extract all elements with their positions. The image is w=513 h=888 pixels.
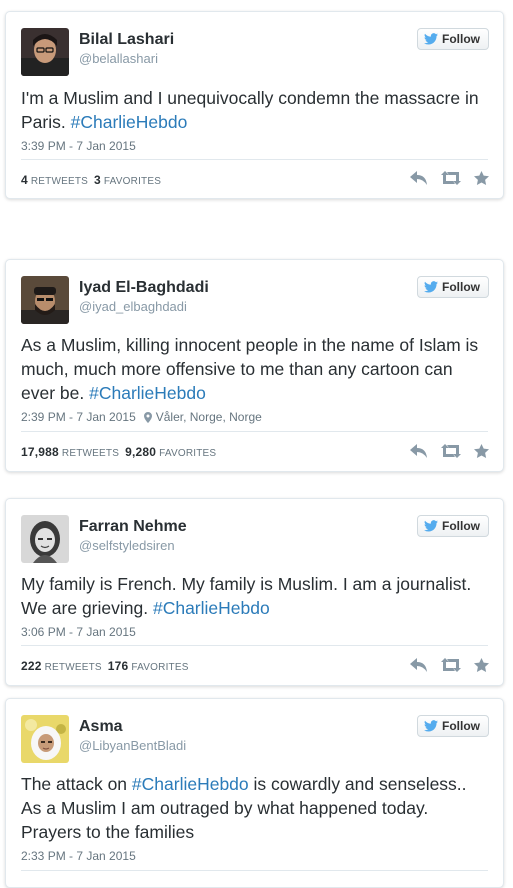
- tweet-actions: [410, 658, 489, 672]
- timestamp[interactable]: 2:33 PM - 7 Jan 2015: [21, 849, 136, 863]
- username[interactable]: @LibyanBentBladi: [79, 738, 186, 753]
- tweet-text: My family is French. My family is Muslim…: [21, 572, 488, 620]
- avatar[interactable]: [21, 715, 69, 763]
- follow-label: Follow: [442, 280, 480, 294]
- timestamp[interactable]: 3:06 PM - 7 Jan 2015: [21, 625, 136, 639]
- tweet-stats: 222 RETWEETS 176 FAVORITES: [21, 659, 189, 673]
- follow-button[interactable]: Follow: [417, 28, 489, 50]
- follow-button[interactable]: Follow: [417, 715, 489, 737]
- tweet-actions: [410, 444, 489, 458]
- tweet-card: Farran Nehme @selfstyledsiren Follow My …: [5, 498, 504, 686]
- username[interactable]: @selfstyledsiren: [79, 538, 175, 553]
- tweet-stats: 17,988 RETWEETS 9,280 FAVORITES: [21, 445, 216, 459]
- username[interactable]: @belallashari: [79, 51, 158, 66]
- star-icon[interactable]: [474, 444, 489, 458]
- retweets-label: RETWEETS: [44, 662, 102, 673]
- follow-label: Follow: [442, 32, 480, 46]
- display-name[interactable]: Bilal Lashari: [79, 31, 174, 49]
- favorite-count[interactable]: 176: [108, 659, 129, 673]
- follow-button[interactable]: Follow: [417, 276, 489, 298]
- avatar[interactable]: [21, 515, 69, 563]
- favorites-label: FAVORITES: [159, 448, 217, 459]
- reply-icon[interactable]: [410, 658, 428, 672]
- display-name[interactable]: Iyad El-Baghdadi: [79, 279, 209, 297]
- divider: [21, 870, 488, 871]
- retweet-count[interactable]: 4: [21, 173, 28, 187]
- tweet-meta: 2:33 PM - 7 Jan 2015: [21, 849, 136, 863]
- hashtag-link[interactable]: #CharlieHebdo: [71, 112, 188, 132]
- tweet-meta: 3:39 PM - 7 Jan 2015: [21, 139, 136, 153]
- tweet-stats: 4 RETWEETS 3 FAVORITES: [21, 173, 161, 187]
- reply-icon[interactable]: [410, 171, 428, 185]
- location-pin-icon: [143, 411, 152, 423]
- favorite-count[interactable]: 9,280: [125, 445, 156, 459]
- retweets-label: RETWEETS: [61, 448, 120, 459]
- hashtag-link[interactable]: #CharlieHebdo: [153, 598, 270, 618]
- tweet-text: As a Muslim, killing innocent people in …: [21, 333, 488, 405]
- tweet-actions: [410, 171, 489, 185]
- follow-label: Follow: [442, 519, 480, 533]
- timestamp[interactable]: 2:39 PM - 7 Jan 2015: [21, 410, 136, 424]
- tweet-meta: 3:06 PM - 7 Jan 2015: [21, 625, 136, 639]
- twitter-bird-icon: [424, 33, 438, 45]
- divider: [21, 159, 488, 160]
- display-name[interactable]: Farran Nehme: [79, 518, 187, 536]
- tweet-text-body: The attack on: [21, 774, 132, 794]
- retweet-count[interactable]: 17,988: [21, 445, 59, 459]
- avatar[interactable]: [21, 28, 69, 76]
- tweet-card: Asma @LibyanBentBladi Follow The attack …: [5, 698, 504, 888]
- divider: [21, 645, 488, 646]
- timestamp[interactable]: 3:39 PM - 7 Jan 2015: [21, 139, 136, 153]
- retweets-label: RETWEETS: [30, 176, 89, 187]
- star-icon[interactable]: [474, 658, 489, 672]
- retweet-icon[interactable]: [441, 444, 461, 458]
- favorites-label: FAVORITES: [103, 176, 162, 187]
- avatar[interactable]: [21, 276, 69, 324]
- tweet-card: Bilal Lashari @belallashari Follow I'm a…: [5, 11, 504, 199]
- hashtag-link[interactable]: #CharlieHebdo: [132, 774, 249, 794]
- star-icon[interactable]: [474, 171, 489, 185]
- twitter-bird-icon: [424, 520, 438, 532]
- username[interactable]: @iyad_elbaghdadi: [79, 299, 187, 314]
- tweet-card: Iyad El-Baghdadi @iyad_elbaghdadi Follow…: [5, 259, 504, 472]
- hashtag-link[interactable]: #CharlieHebdo: [89, 383, 206, 403]
- tweet-text: The attack on #CharlieHebdo is cowardly …: [21, 772, 488, 844]
- divider: [21, 431, 488, 432]
- reply-icon[interactable]: [410, 444, 428, 458]
- retweet-icon[interactable]: [441, 658, 461, 672]
- location-label: Våler, Norge, Norge: [155, 410, 262, 424]
- follow-label: Follow: [442, 719, 480, 733]
- display-name[interactable]: Asma: [79, 718, 123, 736]
- follow-button[interactable]: Follow: [417, 515, 489, 537]
- retweet-count[interactable]: 222: [21, 659, 42, 673]
- favorite-count[interactable]: 3: [94, 173, 101, 187]
- favorites-label: FAVORITES: [131, 662, 189, 673]
- tweet-text: I'm a Muslim and I unequivocally condemn…: [21, 86, 488, 134]
- location[interactable]: Våler, Norge, Norge: [143, 410, 262, 424]
- twitter-bird-icon: [424, 281, 438, 293]
- tweet-meta: 2:39 PM - 7 Jan 2015 Våler, Norge, Norge: [21, 410, 262, 424]
- twitter-bird-icon: [424, 720, 438, 732]
- retweet-icon[interactable]: [441, 171, 461, 185]
